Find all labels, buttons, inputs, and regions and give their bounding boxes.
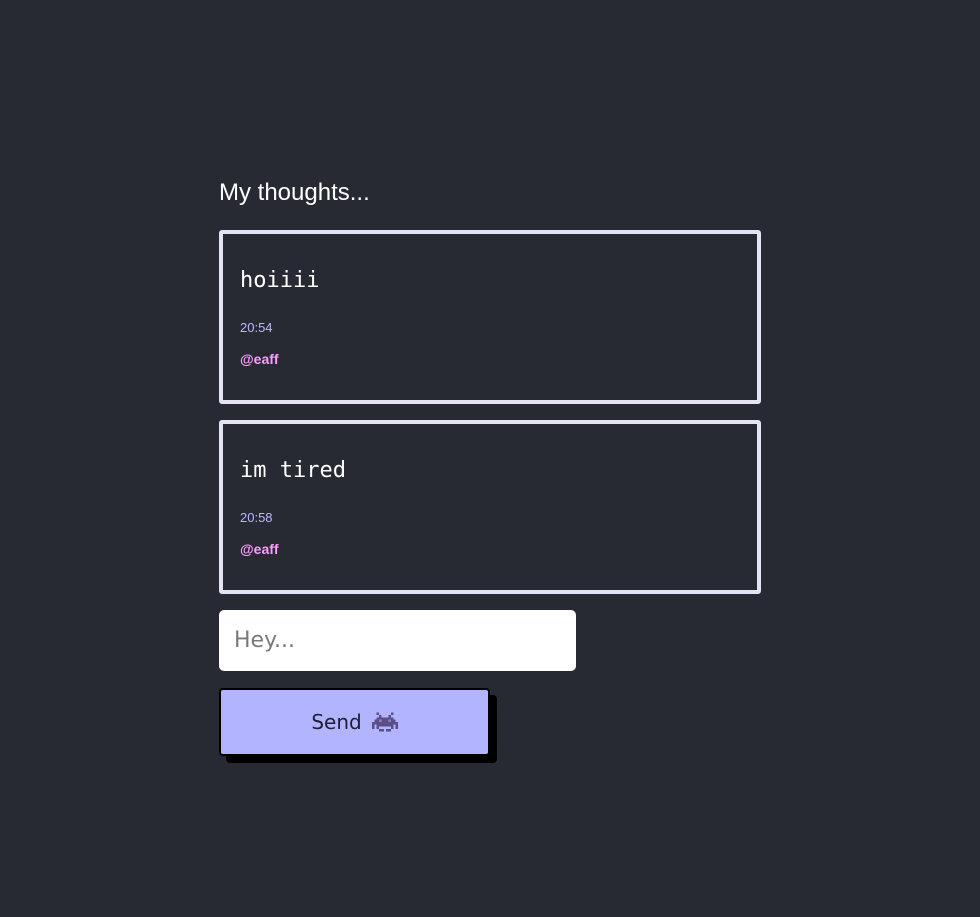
send-button-wrapper: Send (219, 688, 497, 763)
main-container: My thoughts... hoiiii 20:54 @eaff im tir… (219, 178, 761, 763)
thought-card: hoiiii 20:54 @eaff (219, 230, 761, 404)
alien-monster-icon (371, 711, 398, 733)
message-input[interactable] (219, 610, 576, 671)
thought-timestamp: 20:54 (240, 320, 273, 335)
thought-timestamp: 20:58 (240, 510, 273, 525)
send-button-label: Send (311, 710, 362, 734)
thoughts-list: hoiiii 20:54 @eaff im tired 20:58 @eaff (219, 230, 761, 594)
thought-author[interactable]: @eaff (240, 351, 279, 367)
send-button[interactable]: Send (219, 688, 490, 756)
thought-card: im tired 20:58 @eaff (219, 420, 761, 594)
thought-author[interactable]: @eaff (240, 541, 279, 557)
page-title: My thoughts... (219, 179, 370, 206)
thought-text: im tired (240, 458, 346, 483)
thought-text: hoiiii (240, 268, 320, 293)
